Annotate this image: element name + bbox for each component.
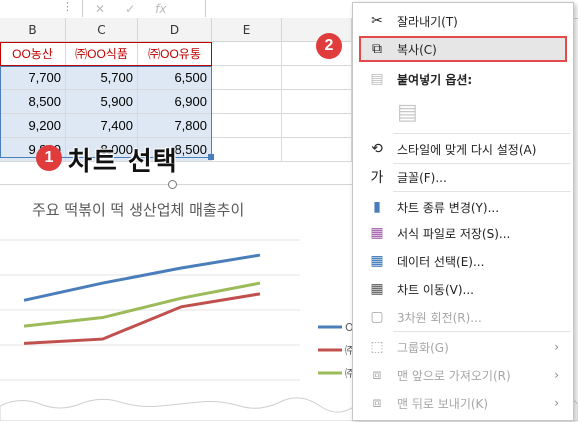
menu-item-3d-rotation: ▢ 3차원 회전(R)... <box>353 305 573 329</box>
context-menu: ✂ 잘라내기(T) ⧉ 복사(C) ▤ 붙여넣기 옵션: ▤ ⟲ 스타일에 맞게… <box>352 2 574 421</box>
more-icon: ⋮ <box>62 0 73 13</box>
menu-item-label: 그룹화(G) <box>397 340 449 355</box>
column-header-e[interactable]: E <box>212 18 282 42</box>
font-icon: 가 <box>370 170 384 186</box>
column-header-b[interactable]: B <box>0 18 66 42</box>
menu-item-label: 붙여넣기 옵션: <box>397 72 473 87</box>
series-name-range-outline <box>0 42 212 66</box>
series-line-1[interactable] <box>23 253 261 302</box>
menu-item-label: 3차원 회전(R)... <box>397 310 482 325</box>
save-template-icon: ▦ <box>370 225 384 241</box>
table-cell[interactable] <box>212 114 282 138</box>
menu-item-label: 데이터 선택(E)... <box>397 254 485 269</box>
table-cell[interactable] <box>282 114 352 138</box>
menu-item-change-chart-type[interactable]: ▮ 차트 종류 변경(Y)... <box>353 195 573 219</box>
menu-item-label: 맨 뒤로 보내기(K) <box>397 396 489 411</box>
step-badge-1: 1 <box>36 145 62 171</box>
paste-option-button[interactable]: ▤ <box>353 95 573 129</box>
menu-item-label: 맨 앞으로 가져오기(R) <box>397 368 511 383</box>
menu-separator <box>393 331 571 332</box>
menu-item-send-to-back: ⧈ 맨 뒤로 보내기(K) › <box>353 391 573 415</box>
chevron-right-icon: › <box>554 340 559 354</box>
rotate-3d-icon: ▢ <box>370 309 384 325</box>
menu-item-select-data[interactable]: ▦ 데이터 선택(E)... <box>353 249 573 273</box>
menu-item-label: 복사(C) <box>397 42 437 57</box>
menu-item-label: 차트 이동(V)... <box>397 282 474 297</box>
scissors-icon: ✂ <box>371 13 383 29</box>
menu-separator <box>393 163 571 164</box>
column-header-c[interactable]: C <box>66 18 138 42</box>
menu-item-copy[interactable]: ⧉ 복사(C) <box>353 37 573 61</box>
cancel-icon[interactable]: ✕ <box>95 2 105 16</box>
series-line-3[interactable] <box>23 281 261 328</box>
table-cell[interactable] <box>282 66 352 90</box>
table-cell[interactable] <box>212 90 282 114</box>
chart-resize-handle[interactable] <box>168 180 177 189</box>
paste-keep-icon: ▤ <box>397 99 418 125</box>
callout-select-chart: 차트 선택 <box>68 147 178 177</box>
menu-separator <box>393 191 571 192</box>
menu-item-label: 서식 파일로 저장(S)... <box>397 226 511 241</box>
menu-item-bring-to-front: ⧈ 맨 앞으로 가져오기(R) › <box>353 363 573 387</box>
menu-item-save-template[interactable]: ▦ 서식 파일로 저장(S)... <box>353 221 573 245</box>
table-cell[interactable] <box>212 66 282 90</box>
table-cell[interactable] <box>212 138 282 162</box>
select-data-icon: ▦ <box>370 253 384 269</box>
chart-title[interactable]: 주요 떡볶이 떡 생산업체 매출추이 <box>32 199 244 220</box>
chart-type-icon: ▮ <box>373 199 381 215</box>
fx-icon[interactable]: fx <box>155 2 166 16</box>
menu-item-cut[interactable]: ✂ 잘라내기(T) <box>353 9 573 33</box>
copy-icon: ⧉ <box>372 41 382 57</box>
menu-item-group: ⬚ 그룹화(G) › <box>353 335 573 359</box>
step-badge-2: 2 <box>316 33 342 59</box>
table-cell[interactable] <box>282 138 352 162</box>
paste-icon: ▤ <box>370 71 384 87</box>
legend-label[interactable]: ㈜ <box>345 367 352 380</box>
series-line-2[interactable] <box>23 292 261 345</box>
menu-item-reset-style[interactable]: ⟲ 스타일에 맞게 다시 설정(A) <box>353 137 573 161</box>
move-chart-icon: ▦ <box>370 281 384 297</box>
menu-item-label: 차트 종류 변경(Y)... <box>397 200 500 215</box>
menu-item-label: 글꼴(F)... <box>397 170 447 185</box>
reset-style-icon: ⟲ <box>371 141 383 157</box>
chart-plot[interactable]: O㈜㈜ <box>0 230 352 400</box>
formula-buttons: ✕ ✓ fx <box>82 0 206 17</box>
table-cell[interactable] <box>212 42 282 66</box>
menu-item-move-chart[interactable]: ▦ 차트 이동(V)... <box>353 277 573 301</box>
bring-front-icon: ⧈ <box>372 367 382 383</box>
chevron-right-icon: › <box>554 396 559 410</box>
chevron-right-icon: › <box>554 368 559 382</box>
menu-item-paste-options: ▤ 붙여넣기 옵션: <box>353 67 573 91</box>
range-resize-handle[interactable] <box>208 154 214 160</box>
menu-item-label: 잘라내기(T) <box>397 14 458 29</box>
column-header-d[interactable]: D <box>138 18 212 42</box>
legend-label[interactable]: ㈜ <box>345 344 352 357</box>
table-cell[interactable] <box>282 90 352 114</box>
send-back-icon: ⧈ <box>372 395 382 411</box>
menu-separator <box>393 133 571 134</box>
menu-item-font[interactable]: 가 글꼴(F)... <box>353 165 573 189</box>
enter-icon[interactable]: ✓ <box>125 2 135 16</box>
menu-item-label: 스타일에 맞게 다시 설정(A) <box>397 142 537 157</box>
group-icon: ⬚ <box>370 339 384 355</box>
legend-label[interactable]: O <box>345 321 352 334</box>
